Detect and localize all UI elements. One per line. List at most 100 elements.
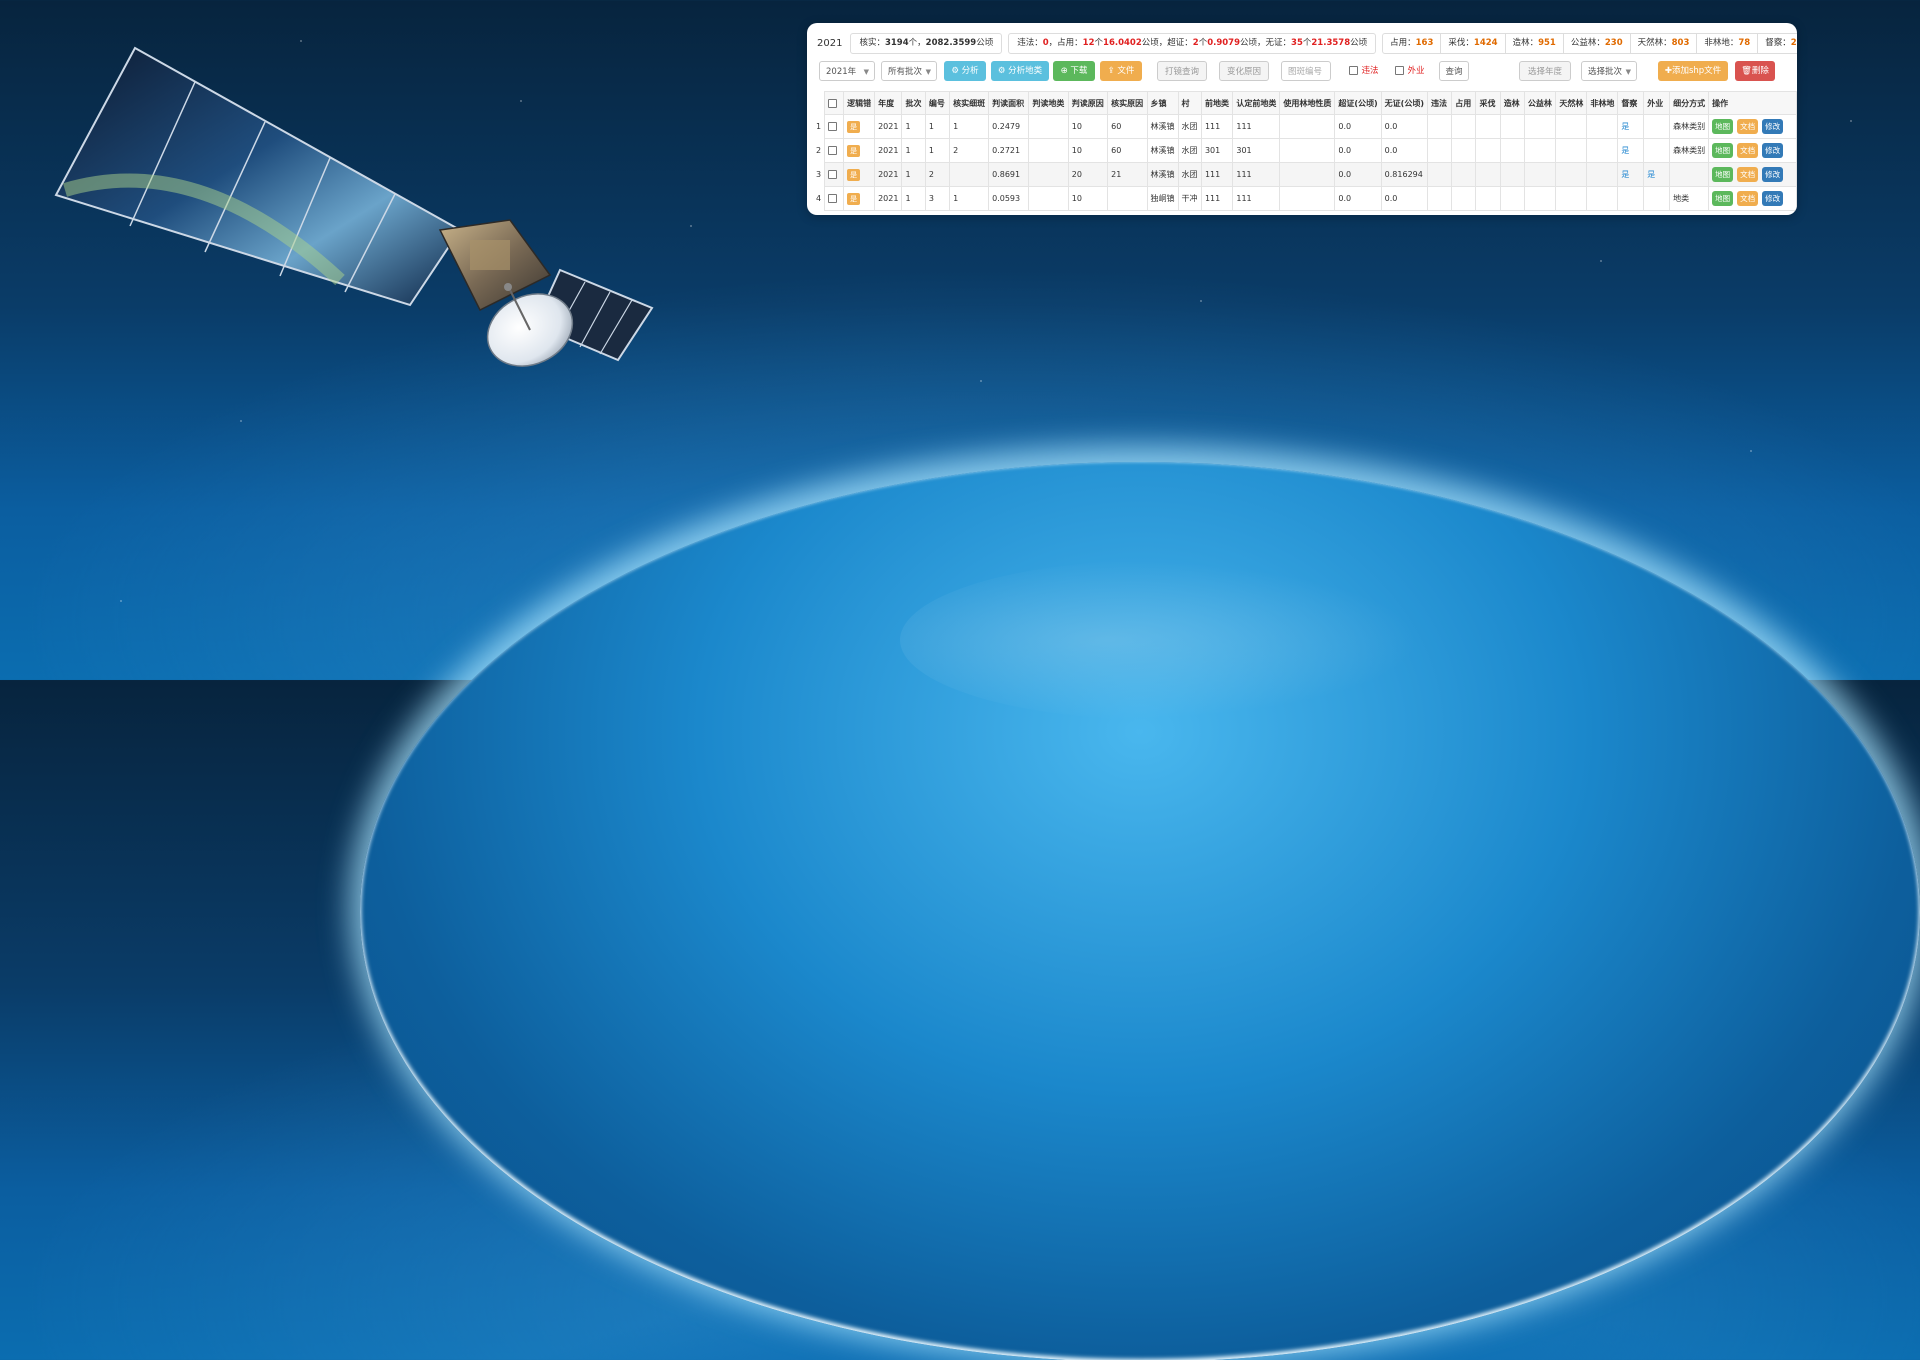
table-cell <box>1279 114 1336 139</box>
col-header[interactable]: 造林 <box>1499 91 1525 115</box>
batch-select[interactable]: 所有批次 ▼ <box>881 61 937 81</box>
row-checkbox[interactable] <box>824 114 845 139</box>
table-cell <box>1586 138 1619 163</box>
col-header[interactable]: 使用林地性质 <box>1279 91 1336 115</box>
col-header[interactable]: 判读地类 <box>1028 91 1069 115</box>
select-batch-select[interactable]: 选择批次 ▼ <box>1581 61 1637 81</box>
query-button[interactable]: 查询 <box>1439 61 1469 81</box>
col-header[interactable]: 外业 <box>1643 91 1671 115</box>
year-select[interactable]: 2021年 ▼ <box>819 61 875 81</box>
edit-button[interactable]: 修改 <box>1762 119 1784 134</box>
col-header[interactable]: 编号 <box>924 91 951 115</box>
col-header[interactable]: 非林地 <box>1586 91 1619 115</box>
row-actions: 地图 文档 修改 <box>1708 138 1797 163</box>
stat-occupy: 占用：163 <box>1383 34 1442 53</box>
col-header[interactable]: 判读原因 <box>1067 91 1109 115</box>
checkbox-icon[interactable] <box>828 98 838 108</box>
map-button[interactable]: 地图 <box>1712 191 1734 206</box>
col-header[interactable]: 占用 <box>1451 91 1477 115</box>
col-header[interactable]: 细分方式 <box>1669 91 1710 115</box>
col-header[interactable]: 核实原因 <box>1107 91 1148 115</box>
table-cell: 111 <box>1232 162 1281 187</box>
stat-public-forest: 公益林：230 <box>1564 34 1631 53</box>
add-shp-button[interactable]: ✚添加shp文件 <box>1658 61 1728 81</box>
col-header[interactable]: 村 <box>1177 91 1202 115</box>
error-tag-cell: 是 <box>843 138 876 163</box>
table-cell <box>1643 186 1671 211</box>
col-header[interactable]: 核实细斑 <box>949 91 990 115</box>
document-button[interactable]: 文档 <box>1737 143 1759 158</box>
col-header[interactable]: 督察 <box>1617 91 1645 115</box>
checkbox-icon[interactable] <box>1349 66 1359 75</box>
yeboard-query-button[interactable]: 打镜查询 <box>1157 61 1207 81</box>
select-all-checkbox[interactable] <box>824 91 845 115</box>
checkbox-icon[interactable] <box>828 194 838 203</box>
table-row[interactable]: 3 是 2021 1 2 0.8691 20 21 林溪镇 水团 111 111 0.0 0.816294… <box>813 162 1797 187</box>
table-cell: 0.8691 <box>988 162 1030 187</box>
table-cell <box>1586 186 1619 211</box>
row-checkbox[interactable] <box>824 138 845 163</box>
col-header[interactable]: 公益林 <box>1523 91 1557 115</box>
col-header[interactable]: 天然林 <box>1555 91 1588 115</box>
stat-logging: 采伐：1424 <box>1441 34 1506 53</box>
table-cell: 10 <box>1067 138 1109 163</box>
table-row[interactable]: 1 是 2021 1 1 1 0.2479 10 60 林溪镇 水团 111 111 0.0 0.0 是森林类… <box>813 114 1797 139</box>
col-header[interactable]: 判读面积 <box>988 91 1030 115</box>
illegal-checkbox[interactable]: 违法 <box>1347 61 1381 81</box>
table-cell <box>1499 138 1525 163</box>
document-button[interactable]: 文档 <box>1737 191 1759 206</box>
col-header[interactable]: 采伐 <box>1475 91 1501 115</box>
select-year-select[interactable]: 选择年度 <box>1519 61 1571 81</box>
col-header[interactable]: 年度 <box>874 91 903 115</box>
change-reason-button[interactable]: 变化原因 <box>1219 61 1269 81</box>
table-cell <box>1475 138 1501 163</box>
table-cell <box>1426 162 1453 187</box>
col-header[interactable]: 违法 <box>1426 91 1453 115</box>
edit-button[interactable]: 修改 <box>1762 167 1784 182</box>
file-button[interactable]: ⇪ 文件 <box>1100 61 1142 81</box>
error-tag: 是 <box>847 144 861 157</box>
table-cell: 21 <box>1107 162 1148 187</box>
analyze-type-button[interactable]: ⚙ 分析地类 <box>991 61 1049 81</box>
table-cell <box>1451 138 1477 163</box>
table-cell <box>1586 162 1619 187</box>
row-actions: 地图 文档 修改 <box>1708 114 1797 139</box>
table-header-row: 逻辑错 年度 批次 编号 核实细斑 判读面积 判读地类 判读原因 核实原因 乡镇… <box>813 91 1797 115</box>
col-header[interactable]: 乡镇 <box>1146 91 1179 115</box>
col-header[interactable]: 超证(公顷) <box>1334 91 1382 115</box>
table-cell[interactable]: 是 <box>1643 162 1671 187</box>
checkbox-icon[interactable] <box>828 170 838 179</box>
download-button[interactable]: ⊕ 下载 <box>1053 61 1095 81</box>
table-cell[interactable]: 是 <box>1617 162 1645 187</box>
col-header[interactable]: 无证(公顷) <box>1380 91 1428 115</box>
analyze-button[interactable]: ⚙ 分析 <box>944 61 986 81</box>
checkbox-icon[interactable] <box>828 122 838 131</box>
map-button[interactable]: 地图 <box>1712 119 1734 134</box>
document-button[interactable]: 文档 <box>1737 119 1759 134</box>
row-actions: 地图 文档 修改 <box>1708 162 1797 187</box>
table-cell: 森林类别 <box>1669 138 1710 163</box>
row-checkbox[interactable] <box>824 162 845 187</box>
col-header[interactable]: 逻辑错 <box>843 91 876 115</box>
col-header[interactable]: 认定前地类 <box>1232 91 1281 115</box>
checkbox-icon[interactable] <box>828 146 838 155</box>
document-button[interactable]: 文档 <box>1737 167 1759 182</box>
table-row[interactable]: 2 是 2021 1 1 2 0.2721 10 60 林溪镇 水团 301 301 0.0 0.0 是森林类… <box>813 138 1797 163</box>
table-row[interactable]: 4 是 2021 1 3 1 0.0593 10 独峒镇 干冲 111 111 0.0 0.0 地类 地图 文档… <box>813 186 1797 211</box>
row-checkbox[interactable] <box>824 186 845 211</box>
field-work-checkbox[interactable]: 外业 <box>1393 61 1427 81</box>
edit-button[interactable]: 修改 <box>1762 191 1784 206</box>
patch-number-input[interactable]: 图斑编号 <box>1281 61 1331 81</box>
table-cell[interactable]: 是 <box>1617 114 1645 139</box>
table-cell <box>1555 186 1588 211</box>
edit-button[interactable]: 修改 <box>1762 143 1784 158</box>
table-cell[interactable]: 是 <box>1617 138 1645 163</box>
table-cell: 301 <box>1200 138 1234 163</box>
map-button[interactable]: 地图 <box>1712 167 1734 182</box>
col-header[interactable]: 前地类 <box>1200 91 1234 115</box>
map-button[interactable]: 地图 <box>1712 143 1734 158</box>
delete-button[interactable]: 🗑删除 <box>1735 61 1775 81</box>
table-cell <box>1279 162 1336 187</box>
checkbox-icon[interactable] <box>1395 66 1405 75</box>
col-header[interactable]: 批次 <box>901 91 926 115</box>
